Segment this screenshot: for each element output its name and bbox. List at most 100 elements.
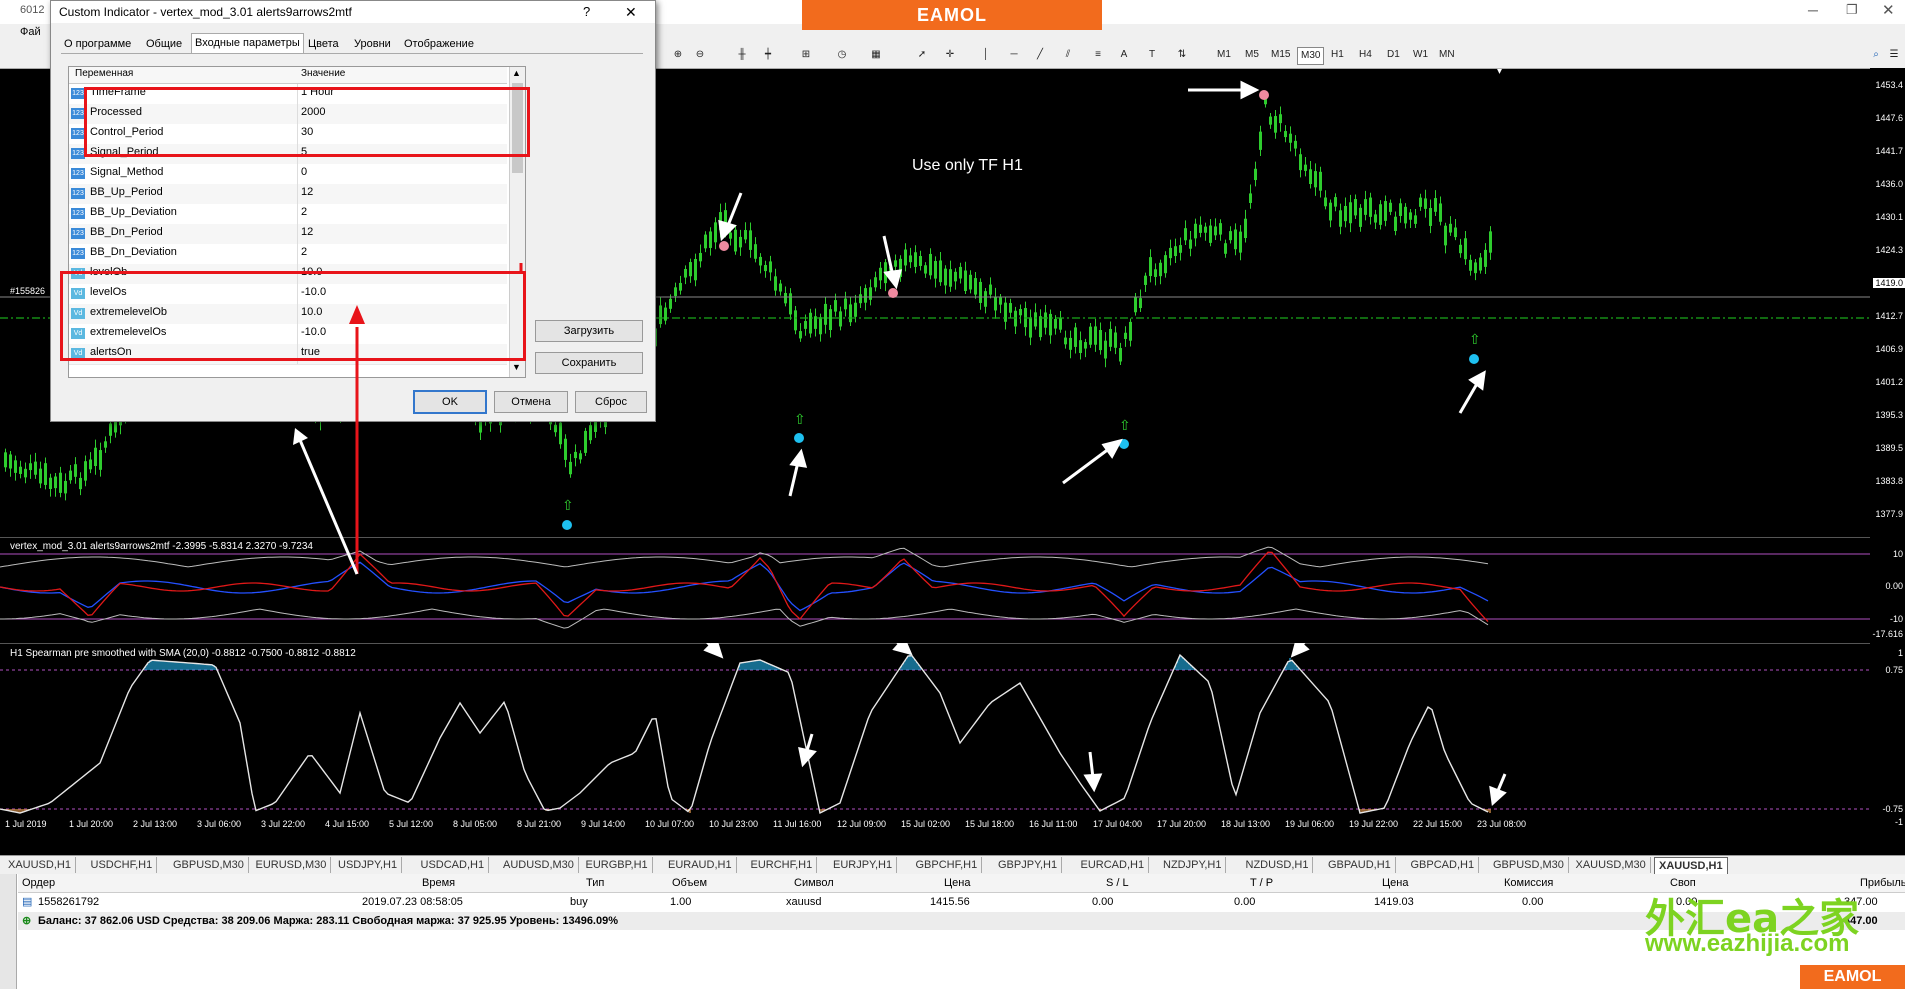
symbol-tab[interactable]: GBPUSD,M30 [1489,857,1569,873]
dialog-tab[interactable]: О программе [61,35,134,53]
period-icon[interactable]: ◷ [830,46,854,64]
symbol-tab[interactable]: USDCAD,H1 [417,857,490,873]
template-icon[interactable]: ▦ [864,46,888,64]
tf-d1[interactable]: D1 [1384,47,1403,63]
restore-icon[interactable]: ❐ [1846,2,1858,18]
symbol-tab[interactable]: XAUUSD,H1 [1654,857,1728,875]
menu-file[interactable]: Фай [20,26,41,38]
scroll-down-icon[interactable]: ▼ [512,362,521,372]
text-tool[interactable]: A [1116,46,1132,64]
zoom-out-icon[interactable]: ⊖ [690,46,710,64]
terminal-column-header[interactable]: Ордер [22,875,55,891]
symbol-tab[interactable]: AUDUSD,M30 [499,857,579,873]
param-value[interactable]: 0 [301,166,307,178]
vertical-line-icon[interactable]: │ [976,46,996,64]
tf-m1[interactable]: M1 [1214,47,1234,63]
tf-m5[interactable]: M5 [1242,47,1262,63]
terminal-column-header[interactable]: Время [422,875,455,891]
tf-m30[interactable]: M30 [1297,47,1325,65]
horizontal-line-icon[interactable]: ─ [1004,46,1024,64]
spearman-indicator-panel[interactable]: H1 Spearman pre smoothed with SMA (20,0)… [0,643,1870,831]
reset-button[interactable]: Сброс [575,391,647,413]
param-row[interactable]: 123 BB_Up_Deviation 2 [69,204,507,225]
save-button[interactable]: Сохранить [535,352,643,374]
ok-button[interactable]: OK [413,390,487,414]
symbol-tab[interactable]: NZDUSD,H1 [1242,857,1314,873]
bar-chart-icon[interactable]: ╫ [732,46,752,64]
order-row[interactable]: ▤ 1558261792 2019.07.23 08:58:05 buy 1.0… [18,893,1905,911]
symbol-tab[interactable]: EURUSD,M30 [252,857,332,873]
vertex-indicator-panel[interactable]: vertex_mod_3.01 alerts9arrows2mtf -2.399… [0,537,1870,642]
channel-icon[interactable]: ⫽ [1058,46,1078,64]
param-value[interactable]: 12 [301,226,313,238]
price-tick-label: 1412.7 [1875,311,1903,321]
tf-h4[interactable]: H4 [1356,47,1375,63]
scale-label: -0.75 [1882,804,1903,814]
trendline-icon[interactable]: ╱ [1030,46,1050,64]
symbol-tab[interactable]: GBPJPY,H1 [994,857,1063,873]
dialog-tab[interactable]: Цвета [305,35,342,53]
symbol-tab[interactable]: XAUUSD,M30 [1572,857,1651,873]
param-row[interactable]: 123 BB_Dn_Period 12 [69,224,507,245]
param-name: BB_Dn_Deviation [90,246,177,258]
terminal-column-header[interactable]: S / L [1106,875,1129,891]
col-value: Значение [301,68,346,79]
price-tick-label: 1430.1 [1875,212,1903,222]
symbol-tab[interactable]: EURAUD,H1 [664,857,737,873]
param-value[interactable]: 2 [301,246,307,258]
terminal-column-header[interactable]: Объем [672,875,707,891]
load-button[interactable]: Загрузить [535,320,643,342]
symbol-tab[interactable]: USDJPY,H1 [334,857,403,873]
indicators-icon[interactable]: ⊞ [794,46,818,64]
param-row[interactable]: 123 Signal_Method 0 [69,164,507,185]
minimize-icon[interactable]: ─ [1808,2,1818,18]
symbol-tab[interactable]: GBPAUD,H1 [1324,857,1396,873]
fibonacci-icon[interactable]: ≡ [1088,46,1108,64]
dialog-tab[interactable]: Уровни [351,35,394,53]
terminal-column-header[interactable]: Символ [794,875,834,891]
close-button[interactable]: ✕ [625,1,637,23]
symbol-tab[interactable]: USDCHF,H1 [87,857,158,873]
cancel-button[interactable]: Отмена [494,391,568,413]
param-row[interactable]: 123 BB_Dn_Deviation 2 [69,244,507,265]
cursor-icon[interactable]: ➚ [912,46,932,64]
zoom-in-icon[interactable]: ⊕ [668,46,688,64]
crosshair-icon[interactable]: ✛ [940,46,960,64]
symbol-tab[interactable]: EURCHF,H1 [747,857,818,873]
tf-w1[interactable]: W1 [1410,47,1431,63]
terminal-column-header[interactable]: T / P [1250,875,1273,891]
param-type-icon: 123 [71,108,85,119]
terminal-column-header[interactable]: Комиссия [1504,875,1553,891]
symbol-tab[interactable]: GBPCAD,H1 [1407,857,1480,873]
symbol-tab[interactable]: NZDJPY,H1 [1159,857,1227,873]
help-button[interactable]: ? [583,1,590,23]
terminal-column-header[interactable]: Тип [586,875,604,891]
terminal-column-header[interactable]: Цена [1382,875,1408,891]
community-icon[interactable]: ☰ [1884,46,1904,64]
scale-label: 1 [1897,648,1903,658]
dialog-tab[interactable]: Входные параметры [191,33,304,54]
scroll-up-icon[interactable]: ▲ [512,68,521,78]
symbol-tab[interactable]: EURGBP,H1 [582,857,653,873]
up-arrow-signal: ⇧ [562,497,574,513]
tf-m15[interactable]: M15 [1268,47,1293,63]
tf-mn[interactable]: MN [1436,47,1458,63]
param-row[interactable]: 123 BB_Up_Period 12 [69,184,507,205]
symbol-tab[interactable]: GBPUSD,M30 [169,857,249,873]
dialog-tab[interactable]: Общие [143,35,185,53]
arrows-icon[interactable]: ⇅ [1170,46,1194,64]
search-icon[interactable]: ⌕ [1866,46,1886,64]
label-tool[interactable]: T [1144,46,1160,64]
symbol-tab[interactable]: GBPCHF,H1 [912,857,983,873]
symbol-tab[interactable]: EURCAD,H1 [1077,857,1150,873]
param-value[interactable]: 12 [301,186,313,198]
dialog-tab[interactable]: Отображение [401,35,477,53]
tf-h1[interactable]: H1 [1328,47,1347,63]
symbol-tab[interactable]: EURJPY,H1 [829,857,898,873]
terminal-column-header[interactable]: Цена [944,875,970,891]
symbol-tab[interactable]: XAUUSD,H1 [4,857,76,873]
param-value[interactable]: 2 [301,206,307,218]
terminal-column-header[interactable]: Прибыль [1860,875,1905,891]
candle-chart-icon[interactable]: ┿ [758,46,778,64]
close-icon[interactable]: ✕ [1882,1,1895,19]
